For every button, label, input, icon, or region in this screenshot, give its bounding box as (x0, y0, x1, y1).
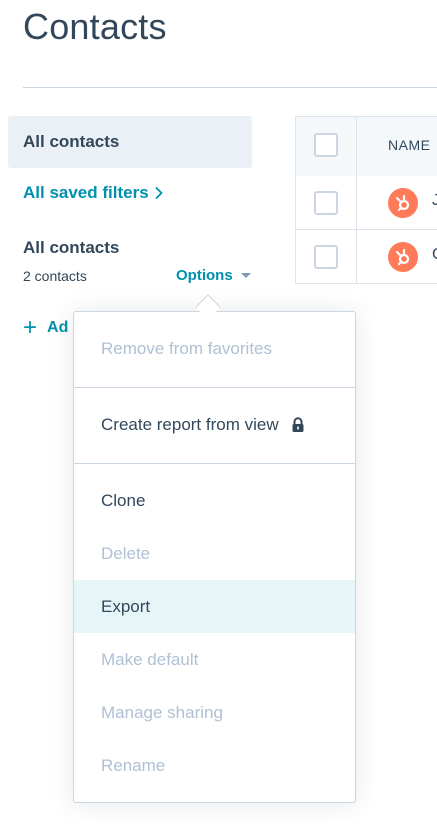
options-menu: Remove from favorites Create report from… (73, 311, 356, 803)
lock-icon (292, 417, 304, 432)
menu-item-label: Rename (101, 755, 166, 775)
menu-item-label: Delete (101, 543, 151, 563)
menu-item-label: Make default (101, 649, 199, 669)
current-view-count: 2 contacts (23, 268, 87, 284)
menu-item-remove-from-favorites[interactable]: Remove from favorites (74, 322, 355, 376)
plus-icon: + (23, 314, 38, 341)
column-header-name[interactable]: NAME (388, 137, 430, 153)
menu-item-manage-sharing[interactable]: Manage sharing (74, 686, 355, 739)
page-title: Contacts (23, 6, 167, 47)
sprocket-icon (395, 248, 410, 266)
table-row: C (296, 230, 437, 283)
menu-item-label: Remove from favorites (101, 339, 272, 358)
add-view-label: Ad (47, 319, 69, 336)
menu-divider (74, 387, 355, 388)
menu-item-label: Manage sharing (101, 702, 223, 722)
row-checkbox[interactable] (314, 191, 338, 215)
all-saved-filters-link[interactable]: All saved filters (23, 183, 163, 203)
menu-item-label: Clone (101, 490, 146, 510)
add-view-button[interactable]: + Ad (23, 314, 69, 341)
saved-filters-label: All saved filters (23, 183, 149, 202)
hubspot-avatar-icon (388, 242, 418, 272)
menu-item-create-report[interactable]: Create report from view (74, 398, 355, 452)
menu-item-rename[interactable]: Rename (74, 739, 355, 792)
table-row: J (296, 176, 437, 230)
menu-item-make-default[interactable]: Make default (74, 633, 355, 686)
options-label: Options (176, 267, 233, 284)
sidebar-item-all-contacts[interactable]: All contacts (8, 116, 252, 168)
menu-item-label: Create report from view (101, 415, 279, 434)
sprocket-icon (395, 194, 410, 212)
menu-divider (74, 463, 355, 464)
caret-down-icon (240, 273, 251, 278)
hubspot-avatar-icon (388, 188, 418, 218)
contacts-table: NAME J (295, 116, 437, 284)
menu-item-delete[interactable]: Delete (74, 527, 355, 580)
options-dropdown-button[interactable]: Options (176, 267, 251, 284)
contacts-page: Contacts All contacts All saved filters … (0, 0, 437, 827)
contact-name-link[interactable]: J (432, 192, 437, 210)
column-divider (356, 117, 357, 283)
current-view-name: All contacts (23, 238, 120, 257)
contact-name-link[interactable]: C (432, 246, 437, 264)
select-all-checkbox[interactable] (314, 133, 338, 157)
title-divider (23, 87, 437, 88)
table-header: NAME (296, 117, 437, 177)
row-checkbox[interactable] (314, 245, 338, 269)
chevron-right-icon (155, 187, 163, 199)
menu-item-label: Export (101, 596, 151, 616)
menu-item-export[interactable]: Export (74, 580, 355, 633)
menu-item-clone[interactable]: Clone (74, 474, 355, 527)
